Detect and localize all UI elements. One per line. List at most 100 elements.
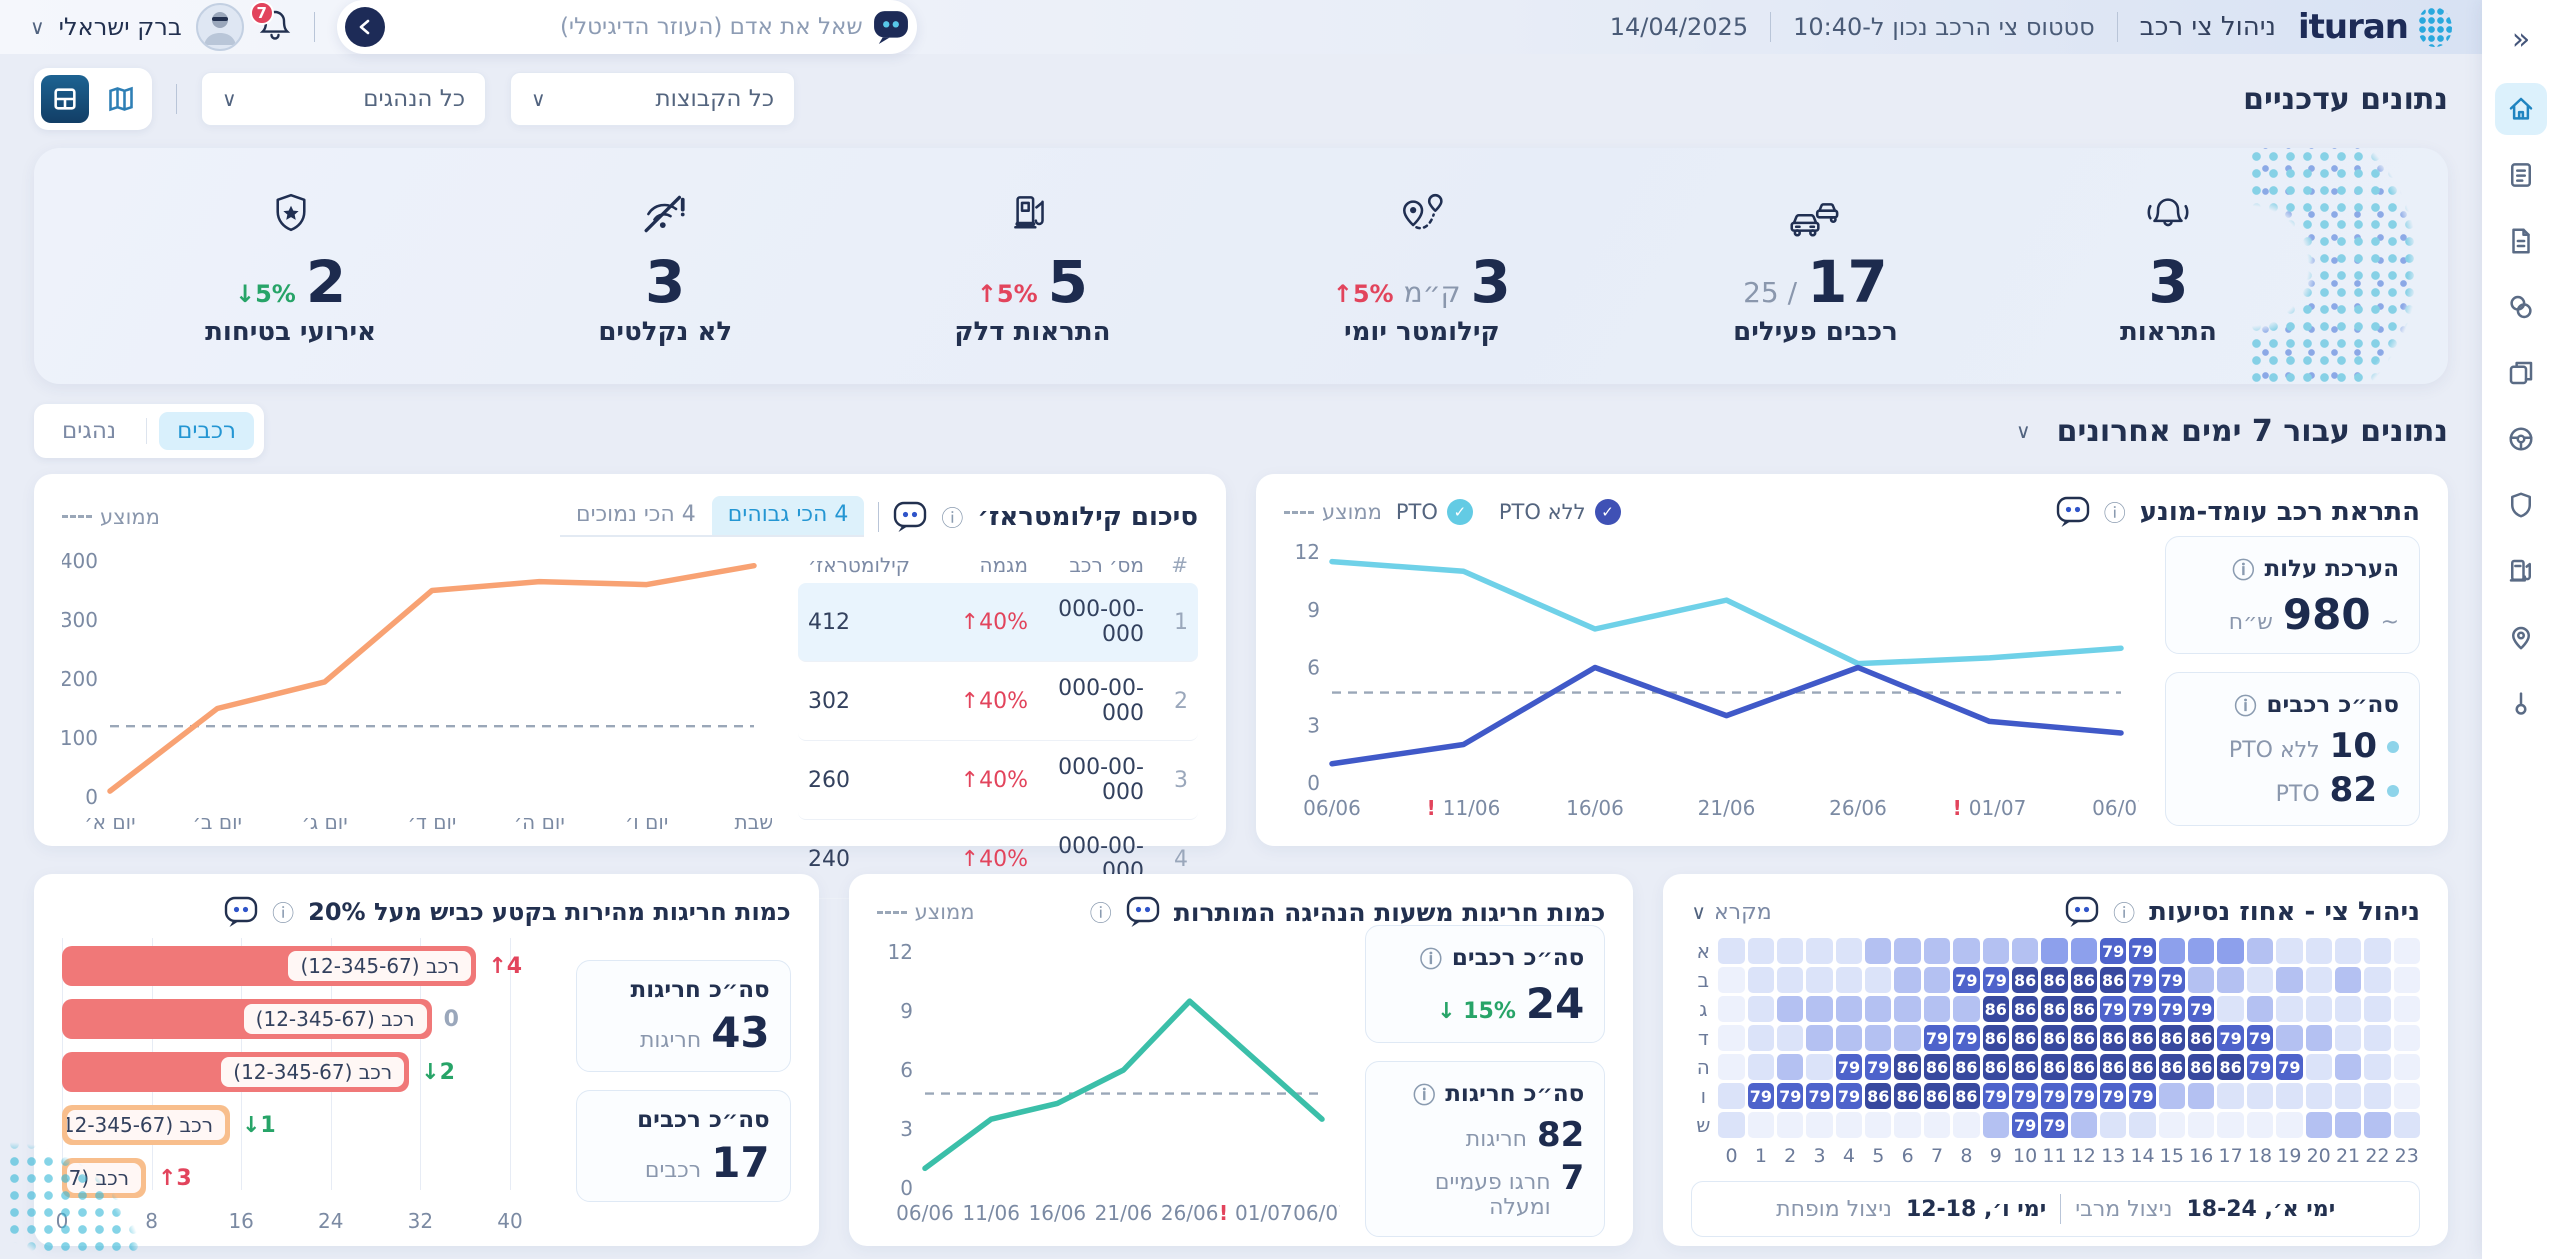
- assistant-bot-icon[interactable]: [1126, 896, 1160, 928]
- sidebar-item-reports[interactable]: [2495, 149, 2547, 201]
- heatmap-cell: 86: [2158, 1054, 2186, 1080]
- heatmap-cell: 79: [2276, 1054, 2303, 1080]
- heatmap-cell: 79: [2158, 967, 2186, 993]
- heatmap-cell: [1953, 1112, 1980, 1138]
- info-icon[interactable]: ⓘ: [2234, 689, 2256, 721]
- stat-title: סה״כ רכבים ⓘ: [1386, 942, 1585, 974]
- svg-text:12: 12: [1295, 540, 1320, 564]
- heatmap-cell: 79: [2100, 996, 2127, 1022]
- sidebar-item-document[interactable]: [2495, 215, 2547, 267]
- send-button[interactable]: [344, 7, 385, 47]
- heatmap-cell: 79: [2217, 1025, 2244, 1051]
- drivers-dropdown[interactable]: כל הנהגים ∨: [201, 72, 486, 126]
- fleet-status-text: סטטוס צי הרכב נכון ל-10:40: [1793, 13, 2095, 41]
- stat-title: הערכת עלות ⓘ: [2186, 553, 2399, 585]
- assistant-bot-icon[interactable]: [224, 896, 258, 928]
- info-icon[interactable]: ⓘ: [1090, 896, 1112, 928]
- heatmap-cell: [2158, 1112, 2186, 1138]
- legend-item-PTO[interactable]: ✓ PTO: [1396, 499, 1473, 525]
- chevron-down-icon[interactable]: ∨: [2016, 419, 2031, 443]
- route-icon: [1391, 185, 1453, 247]
- week-section-header: נתונים עבור 7 ימים אחרונים ∨ רכבים נהגים: [34, 404, 2448, 458]
- heatmap-cell: [2364, 1025, 2391, 1051]
- kpi-label: התראות: [2119, 317, 2217, 347]
- charts-row-1: התראת רכב עומד-מונע ⓘ ✓ ללא PTO ✓ PTO ממוצע…: [34, 474, 2448, 899]
- sidebar-item-map-pin[interactable]: [2495, 611, 2547, 663]
- current-date: 14/04/2025: [1609, 13, 1749, 41]
- legend-dropdown[interactable]: מקרא ∨: [1691, 900, 1771, 925]
- heatmap-cell: [2305, 1025, 2332, 1051]
- heatmap-cell: [2129, 1112, 2156, 1138]
- heatmap-row: ד 79 79 86 86 86 86 86 86 86 86 79 79: [1691, 1025, 2420, 1051]
- info-icon[interactable]: ⓘ: [272, 896, 294, 928]
- assistant-input[interactable]: [394, 14, 863, 40]
- dashboard-view-button[interactable]: [41, 75, 89, 123]
- heatmap-cell: [2276, 967, 2303, 993]
- heatmap-cell: 79: [1835, 1054, 1863, 1080]
- notifications-bell-icon[interactable]: 7: [249, 1, 292, 47]
- heatmap-cell: [1865, 1112, 1892, 1138]
- dashed-line-icon: [1284, 510, 1314, 514]
- day-label: ד: [1697, 1026, 1709, 1050]
- ituran-logo: ituran: [2298, 7, 2452, 47]
- toggle-vehicles[interactable]: רכבים: [159, 412, 254, 450]
- user-name[interactable]: ברק ישראלי: [59, 13, 182, 41]
- sidebar-collapse-icon[interactable]: «: [2512, 22, 2530, 57]
- info-icon[interactable]: ⓘ: [2104, 496, 2126, 528]
- heatmap-cell: 79: [2158, 996, 2186, 1022]
- sidebar-item-finance[interactable]: [2495, 281, 2547, 333]
- assistant-bot-icon[interactable]: [893, 501, 927, 533]
- heatmap-cell: 86: [1865, 1083, 1892, 1109]
- table-row[interactable]: 3 000-00-000 ↑40% 260: [798, 741, 1198, 820]
- checked-circle-icon: ✓: [1446, 499, 1473, 525]
- heatmap-cell: [2305, 996, 2332, 1022]
- pto-legend: ✓ ללא PTO ✓ PTO: [1396, 499, 1621, 525]
- chevron-down-icon: ∨: [531, 87, 546, 111]
- heatmap-cell: [1982, 938, 2009, 964]
- legend-item-ללא PTO[interactable]: ✓ ללא PTO: [1499, 499, 1621, 525]
- sidebar-item-thermometer[interactable]: [2495, 677, 2547, 729]
- tab-4 הכי נמוכים[interactable]: 4 הכי נמוכים: [560, 496, 712, 535]
- heatmap-row: ש 79 79: [1691, 1112, 2420, 1138]
- info-icon[interactable]: ⓘ: [2113, 896, 2135, 928]
- document-icon: [2512, 228, 2530, 254]
- assistant-bot-icon[interactable]: [873, 10, 909, 44]
- logo-globe-dots-icon: [2418, 7, 2452, 47]
- heatmap-cell: [2188, 938, 2215, 964]
- heatmap-row: ה 79 79 86 86 86 86 86 86 86 86 86 86 86 86 79 79: [1691, 1054, 2420, 1080]
- table-row[interactable]: 1 000-00-000 ↑40% 412: [798, 583, 1198, 662]
- section-title-week: נתונים עבור 7 ימים אחרונים: [2056, 413, 2448, 449]
- assistant-bot-icon[interactable]: [2065, 896, 2099, 928]
- groups-dropdown[interactable]: כל הקבוצות ∨: [510, 72, 795, 126]
- heatmap-cell: [1777, 1054, 1804, 1080]
- map-view-button[interactable]: [97, 75, 145, 123]
- avatar[interactable]: [195, 3, 244, 51]
- kpi-label: התראות דלק: [954, 317, 1111, 347]
- kpi-קילומטר יומי: 3 ק״מ ↑5% קילומטר יומי: [1333, 185, 1511, 347]
- sidebar-item-fuel-pump[interactable]: [2495, 545, 2547, 597]
- info-icon[interactable]: ⓘ: [1420, 942, 1442, 974]
- heatmap-cell: [2188, 1112, 2215, 1138]
- dashboard-icon: [54, 88, 76, 110]
- sidebar-item-shield[interactable]: [2495, 479, 2547, 531]
- heatmap-cell: [1806, 1054, 1833, 1080]
- sidebar-item-home[interactable]: [2495, 83, 2547, 135]
- heatmap-cell: 79: [2246, 1025, 2274, 1051]
- table-row[interactable]: 2 000-00-000 ↑40% 302: [798, 662, 1198, 741]
- speed-stats: סה״כ חריגות 43 חריגות סה״כ רכבים 17 רכבים: [575, 938, 791, 1224]
- svg-text:9: 9: [1307, 598, 1320, 622]
- card-title: כמות חריגות משעות הנהיגה המותרות: [1173, 897, 1606, 927]
- info-icon[interactable]: ⓘ: [2232, 553, 2254, 585]
- sidebar-item-copy-docs[interactable]: [2495, 347, 2547, 399]
- info-icon[interactable]: ⓘ: [1413, 1078, 1435, 1110]
- info-icon[interactable]: ⓘ: [941, 501, 963, 533]
- sidebar-item-steering-wheel[interactable]: [2495, 413, 2547, 465]
- assistant-bot-icon[interactable]: [2056, 496, 2090, 528]
- svg-text:יום ו׳: יום ו׳: [625, 810, 668, 834]
- toggle-drivers[interactable]: נהגים: [44, 412, 134, 450]
- heatmap-cell: [2158, 938, 2186, 964]
- chevron-down-icon[interactable]: ∨: [30, 15, 45, 39]
- fuel-pump-icon: [2509, 559, 2531, 582]
- tab-4 הכי גבוהים[interactable]: 4 הכי גבוהים: [711, 496, 865, 535]
- heatmap-cell: 86: [1894, 1083, 1921, 1109]
